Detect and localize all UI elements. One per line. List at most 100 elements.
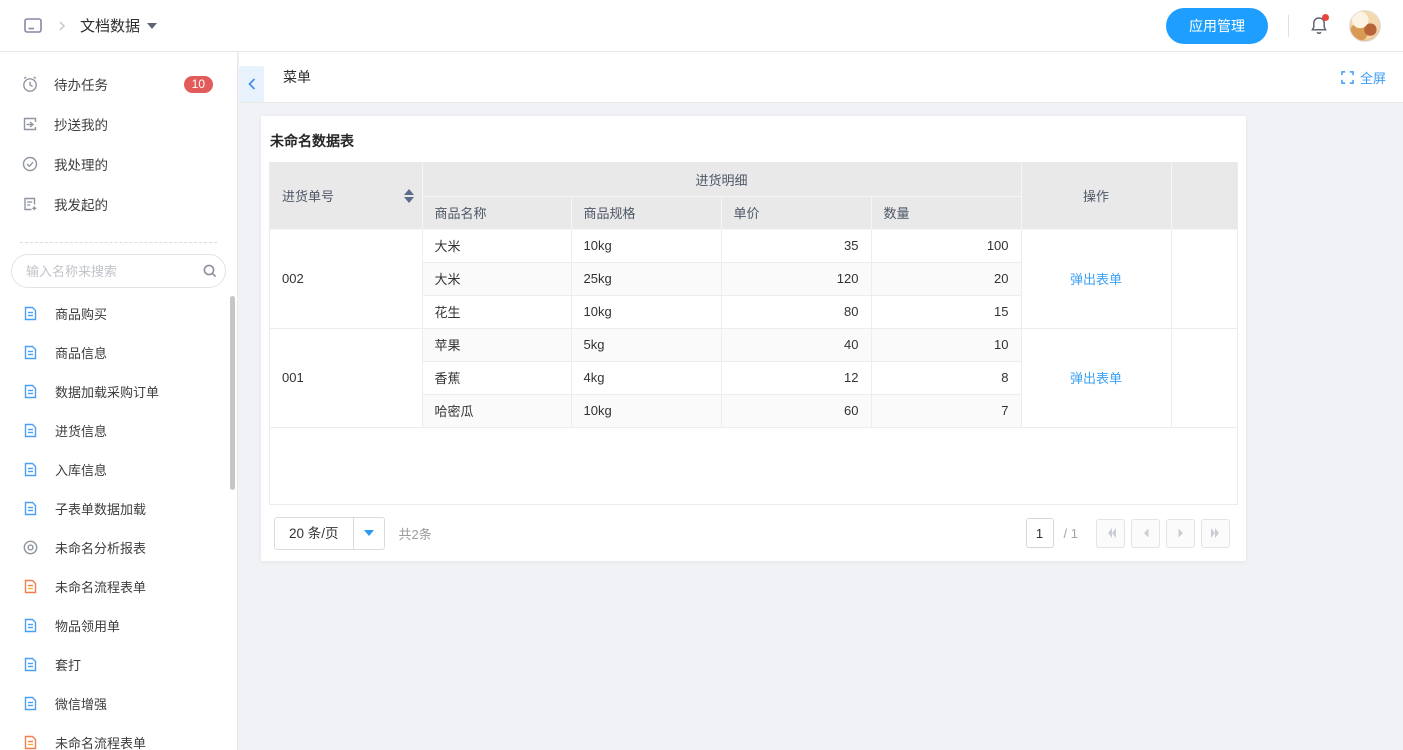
sidebar-item-form-8[interactable]: 物品领用单 bbox=[0, 606, 237, 645]
topbar: 文档数据 应用管理 bbox=[0, 0, 1403, 52]
sidebar-item-form-10[interactable]: 微信增强 bbox=[0, 684, 237, 723]
flow-doc-icon bbox=[22, 734, 39, 750]
sidebar-item-label: 物品领用单 bbox=[55, 616, 120, 635]
breadcrumb-title: 文档数据 bbox=[80, 15, 140, 36]
sidebar-item-form-7[interactable]: 未命名流程表单 bbox=[0, 567, 237, 606]
sidebar-item-label: 抄送我的 bbox=[54, 114, 108, 134]
card-title: 未命名数据表 bbox=[261, 116, 1246, 162]
sidebar-item-label: 数据加载采购订单 bbox=[55, 382, 159, 401]
sidebar-item-label: 子表单数据加载 bbox=[55, 499, 146, 518]
pager: / 1 bbox=[1026, 518, 1230, 548]
form-doc-icon bbox=[22, 305, 39, 322]
form-doc-icon bbox=[22, 422, 39, 439]
breadcrumb: 文档数据 bbox=[22, 15, 157, 37]
cell-action: 弹出表单 bbox=[1021, 229, 1171, 328]
workspace-monitor-icon[interactable] bbox=[22, 15, 44, 37]
doc-plus-icon bbox=[21, 195, 39, 213]
form-doc-icon bbox=[22, 656, 39, 673]
sidebar-item-label: 进货信息 bbox=[55, 421, 107, 440]
page-number-input[interactable] bbox=[1026, 518, 1054, 548]
sidebar-item-form-4[interactable]: 入库信息 bbox=[0, 450, 237, 489]
cell-order-no: 002 bbox=[270, 229, 422, 328]
sidebar-item-todo-tasks[interactable]: 待办任务 10 bbox=[0, 64, 237, 104]
popup-form-link[interactable]: 弹出表单 bbox=[1070, 371, 1122, 386]
fullscreen-button[interactable]: 全屏 bbox=[1341, 68, 1386, 87]
sidebar-item-label: 微信增强 bbox=[55, 694, 107, 713]
sidebar-item-label: 未命名分析报表 bbox=[55, 538, 146, 557]
sidebar-item-form-6[interactable]: 未命名分析报表 bbox=[0, 528, 237, 567]
sidebar-item-label: 商品信息 bbox=[55, 343, 107, 362]
sidebar-search bbox=[11, 254, 226, 288]
caret-down-icon bbox=[147, 23, 157, 29]
report-icon bbox=[22, 539, 39, 556]
search-input[interactable] bbox=[26, 264, 202, 279]
sidebar-item-label: 未命名流程表单 bbox=[55, 733, 146, 750]
col-header-unit-price: 单价 bbox=[721, 196, 871, 229]
sidebar-item-cc-to-me[interactable]: 抄送我的 bbox=[0, 104, 237, 144]
sidebar-item-label: 商品购买 bbox=[55, 304, 107, 323]
last-page-button[interactable] bbox=[1201, 519, 1230, 548]
form-doc-icon bbox=[22, 461, 39, 478]
table-row: 002 大米 10kg 35 100 弹出表单 bbox=[270, 229, 1237, 262]
next-page-button[interactable] bbox=[1166, 519, 1195, 548]
sidebar-item-label: 待办任务 bbox=[54, 74, 108, 94]
content: 未命名数据表 进货单号 bbox=[239, 104, 1403, 750]
sort-icon[interactable] bbox=[404, 189, 414, 203]
notification-bell-icon[interactable] bbox=[1309, 15, 1329, 36]
user-avatar[interactable] bbox=[1349, 10, 1381, 42]
prev-page-button[interactable] bbox=[1131, 519, 1160, 548]
form-doc-icon bbox=[22, 383, 39, 400]
page-size-value: 20 条/页 bbox=[275, 518, 353, 549]
cell-action: 弹出表单 bbox=[1021, 328, 1171, 427]
back-button[interactable] bbox=[239, 66, 264, 102]
table-wrap: 进货单号 进货明细 操作 商品名称 商品规格 单价 bbox=[269, 162, 1238, 505]
page-header: 菜单 全屏 bbox=[239, 52, 1403, 103]
sidebar-item-label: 入库信息 bbox=[55, 460, 107, 479]
sidebar-item-form-5[interactable]: 子表单数据加载 bbox=[0, 489, 237, 528]
table-footer: 20 条/页 共2条 / 1 bbox=[274, 516, 1230, 550]
form-doc-icon bbox=[22, 344, 39, 361]
search-icon[interactable] bbox=[202, 263, 218, 279]
sidebar-item-form-1[interactable]: 商品信息 bbox=[0, 333, 237, 372]
col-header-quantity: 数量 bbox=[871, 196, 1021, 229]
page-size-select[interactable]: 20 条/页 bbox=[274, 517, 385, 550]
page-total: / 1 bbox=[1064, 526, 1078, 541]
form-doc-icon bbox=[22, 500, 39, 517]
sidebar-item-form-2[interactable]: 数据加载采购订单 bbox=[0, 372, 237, 411]
sidebar-item-form-11[interactable]: 未命名流程表单 bbox=[0, 723, 237, 750]
sidebar-item-handled-by-me[interactable]: 我处理的 bbox=[0, 144, 237, 184]
sidebar-item-started-by-me[interactable]: 我发起的 bbox=[0, 184, 237, 224]
table-row: 001 苹果 5kg 40 10 弹出表单 bbox=[270, 328, 1237, 361]
sidebar-item-form-0[interactable]: 商品购买 bbox=[0, 294, 237, 333]
chevron-right-icon bbox=[56, 20, 68, 32]
fullscreen-label: 全屏 bbox=[1360, 68, 1386, 87]
sidebar-item-label: 套打 bbox=[55, 655, 81, 674]
col-header-action: 操作 bbox=[1021, 163, 1171, 229]
data-table: 进货单号 进货明细 操作 商品名称 商品规格 单价 bbox=[270, 163, 1237, 428]
sidebar-item-form-9[interactable]: 套打 bbox=[0, 645, 237, 684]
first-page-button[interactable] bbox=[1096, 519, 1125, 548]
sidebar-divider bbox=[20, 242, 217, 243]
form-doc-icon bbox=[22, 617, 39, 634]
doc-arrow-icon bbox=[21, 115, 39, 133]
popup-form-link[interactable]: 弹出表单 bbox=[1070, 272, 1122, 287]
todo-count-badge: 10 bbox=[184, 76, 213, 93]
sidebar-scrollbar[interactable] bbox=[230, 296, 235, 490]
form-doc-icon bbox=[22, 695, 39, 712]
col-header-order-no: 进货单号 bbox=[270, 163, 422, 229]
topbar-divider bbox=[1288, 15, 1289, 37]
page-size-caret-icon bbox=[353, 518, 384, 549]
sidebar: 待办任务 10 抄送我的 我处理的 bbox=[0, 52, 238, 750]
sidebar-item-label: 未命名流程表单 bbox=[55, 577, 146, 596]
page-title: 菜单 bbox=[283, 67, 311, 87]
cell-extra bbox=[1171, 229, 1237, 328]
cell-extra bbox=[1171, 328, 1237, 427]
sidebar-item-label: 我处理的 bbox=[54, 154, 108, 174]
sidebar-item-form-3[interactable]: 进货信息 bbox=[0, 411, 237, 450]
fullscreen-icon bbox=[1341, 71, 1354, 84]
col-header-detail-group: 进货明细 bbox=[422, 163, 1021, 196]
main-area: 菜单 全屏 未命名数据表 bbox=[239, 52, 1403, 750]
total-count: 共2条 bbox=[399, 524, 432, 543]
breadcrumb-app-selector[interactable]: 文档数据 bbox=[80, 15, 157, 36]
app-manage-button[interactable]: 应用管理 bbox=[1166, 8, 1268, 44]
